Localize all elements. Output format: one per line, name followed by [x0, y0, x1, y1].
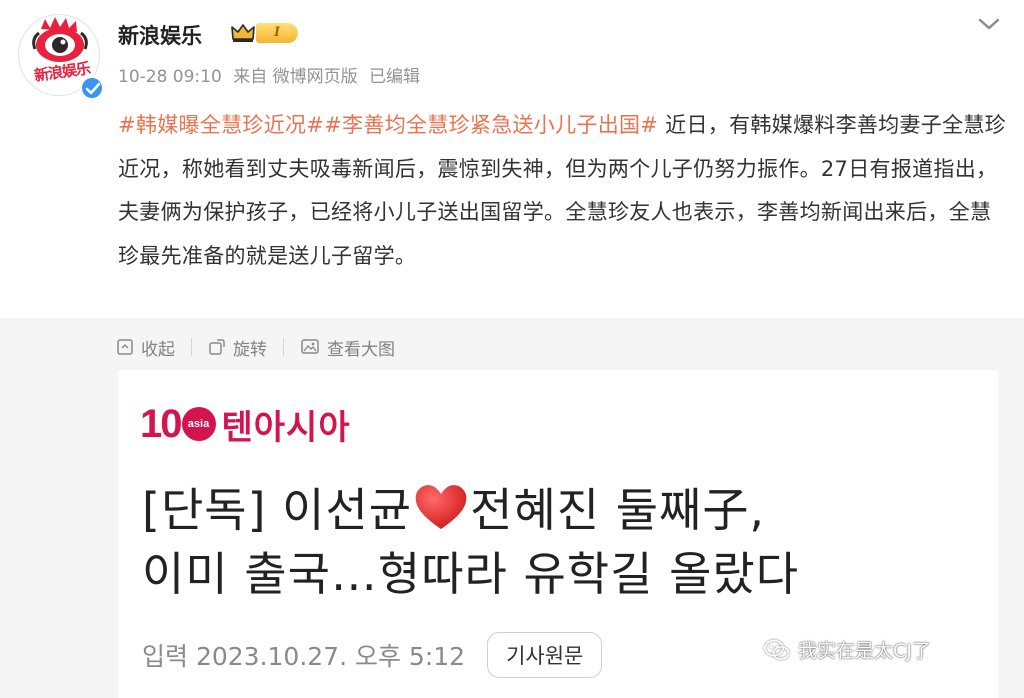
avatar[interactable]: 新浪娱乐: [18, 14, 104, 100]
input-date: 입력 2023.10.27. 오후 5:12: [142, 642, 466, 671]
view-large-button[interactable]: 查看大图: [300, 335, 395, 360]
media-toolbar: 收起 旋转 查看大图: [116, 334, 395, 360]
post-meta: 10-28 09:10 来自 微博网页版 已编辑: [118, 62, 426, 87]
post-text: #韩媒曝全慧珍近况##李善均全慧珍紧急送小儿子出国# 近日，有韩媒爆料李善均妻子…: [118, 104, 1006, 278]
article-meta: 입력 2023.10.27. 오후 5:12 기사원문: [142, 632, 603, 678]
level-badge: I: [256, 23, 298, 43]
collapse-button[interactable]: 收起: [116, 335, 175, 360]
post-time[interactable]: 10-28 09:10: [118, 67, 222, 87]
verified-badge: [80, 76, 104, 100]
chevron-down-icon[interactable]: [974, 12, 1004, 36]
rotate-button[interactable]: 旋转: [208, 335, 267, 360]
edited-label[interactable]: 已编辑: [369, 67, 420, 87]
image-icon: [301, 339, 319, 354]
heart-icon: [415, 485, 467, 529]
rotate-label: 旋转: [233, 339, 267, 360]
watermark-text: 我实在是太CJ了: [798, 640, 931, 662]
wechat-icon: [764, 639, 790, 660]
article-headline: [단독] 이선균 전혜진 둘째子, 이미 출국…형따라 유학길 올랐다: [142, 478, 982, 606]
hashtag-link[interactable]: #李善均全慧珍紧急送小儿子出国#: [324, 113, 658, 137]
collapse-label: 收起: [141, 339, 175, 360]
view-large-label: 查看大图: [327, 339, 395, 360]
headline-part1: [단독] 이선균: [142, 483, 413, 537]
tenasia-logo: 10 asia 텐아시아: [140, 400, 351, 448]
post-source: 来自 微博网页版: [233, 67, 358, 87]
toolbar-divider: [191, 338, 192, 356]
source-article-button: 기사원문: [487, 632, 603, 678]
hashtag-link[interactable]: #韩媒曝全慧珍近况#: [118, 113, 324, 137]
author-name[interactable]: 新浪娱乐: [118, 20, 202, 50]
post-header: 新浪娱乐 新浪娱乐 I 10-28 09:10 来自 微博网页版 已编辑: [14, 10, 1010, 102]
logo-circle: asia: [181, 407, 216, 441]
rotate-icon: [209, 339, 225, 355]
toolbar-divider: [283, 338, 284, 356]
headline-part2: 전혜진 둘째子,: [470, 483, 765, 537]
watermark: 我实在是太CJ了: [764, 636, 931, 663]
crown-icon: [231, 24, 255, 42]
verified-check-icon: [85, 82, 101, 95]
logo-number: 10: [140, 401, 182, 446]
logo-name: 텐아시아: [221, 407, 351, 448]
headline-line2: 이미 출국…형따라 유학길 올랐다: [142, 547, 800, 601]
collapse-icon: [117, 339, 133, 355]
